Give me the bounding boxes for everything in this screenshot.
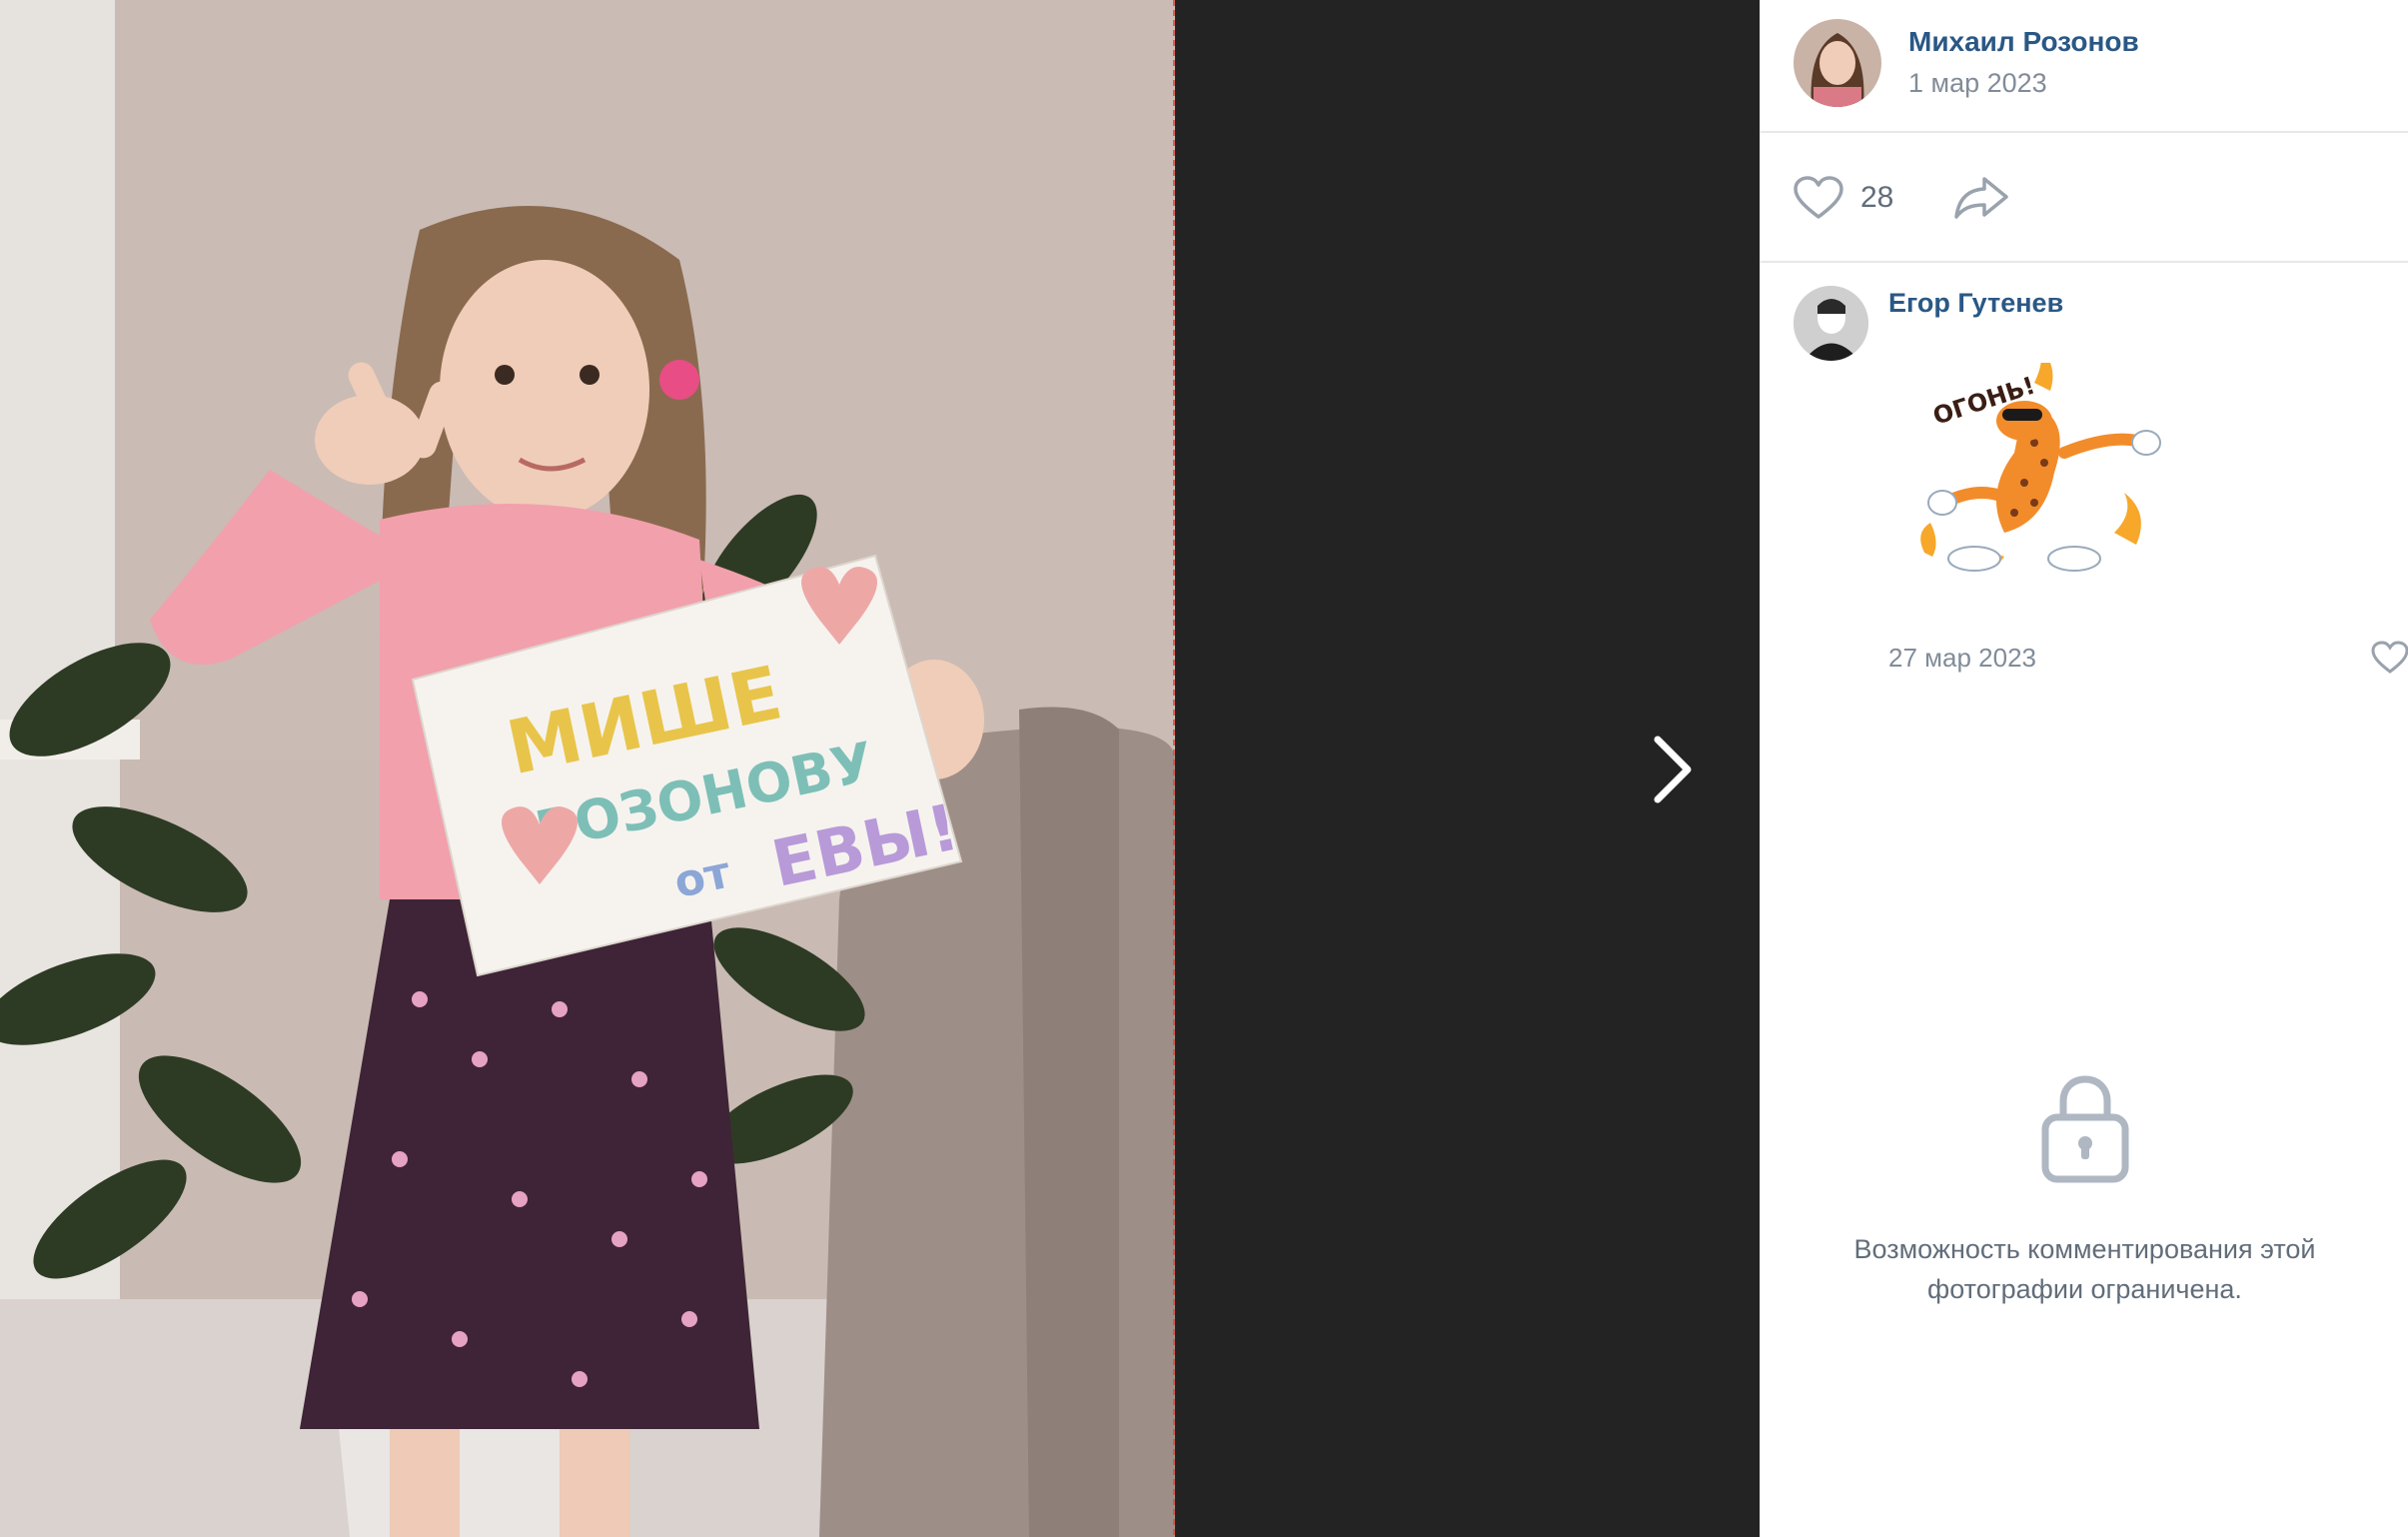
post-date[interactable]: 1 мар 2023 [1908,68,2047,99]
comments-locked-text: Возможность комментирования этой фотогра… [1853,1234,2316,1304]
photo-edge [1173,0,1175,1537]
sticker-image: ОГОНЬ! [1920,347,2161,572]
comments-locked-notice: Возможность комментирования этой фотогра… [1761,1069,2408,1309]
lock-icon [2041,1075,2128,1183]
comment: Егор Гутенев ОГОНЬ! 27 мар 2023 [1761,263,2408,703]
next-photo-button[interactable] [1639,730,1709,809]
post-actions: 28 [1761,133,2408,263]
photo-illustration: МИШЕ РОЗОНОВУ от ЕВЫ! [0,0,1175,1537]
photo[interactable]: МИШЕ РОЗОНОВУ от ЕВЫ! [0,0,1175,1537]
author-name[interactable]: Михаил Розонов [1908,26,2139,58]
sticker[interactable]: ОГОНЬ! [1884,347,2180,579]
share-arrow-icon [1954,177,2008,219]
author-avatar[interactable] [1794,19,1881,107]
like-button[interactable]: 28 [1793,173,1893,223]
heart-icon [1794,176,1843,219]
comment-like-button[interactable] [2370,640,2408,676]
like-count: 28 [1860,181,1894,214]
heart-icon [2371,641,2408,674]
photo-sidebar: Михаил Розонов 1 мар 2023 28 Егор Гутене… [1760,0,2408,1537]
comment-author-avatar[interactable] [1794,286,1868,361]
share-button[interactable] [1952,173,2012,223]
chevron-right-icon [1654,736,1692,803]
photo-viewer: МИШЕ РОЗОНОВУ от ЕВЫ! [0,0,1760,1537]
comment-date[interactable]: 27 мар 2023 [1888,643,2036,674]
post-header: Михаил Розонов 1 мар 2023 [1761,0,2408,133]
comment-author-name[interactable]: Егор Гутенев [1888,288,2063,319]
